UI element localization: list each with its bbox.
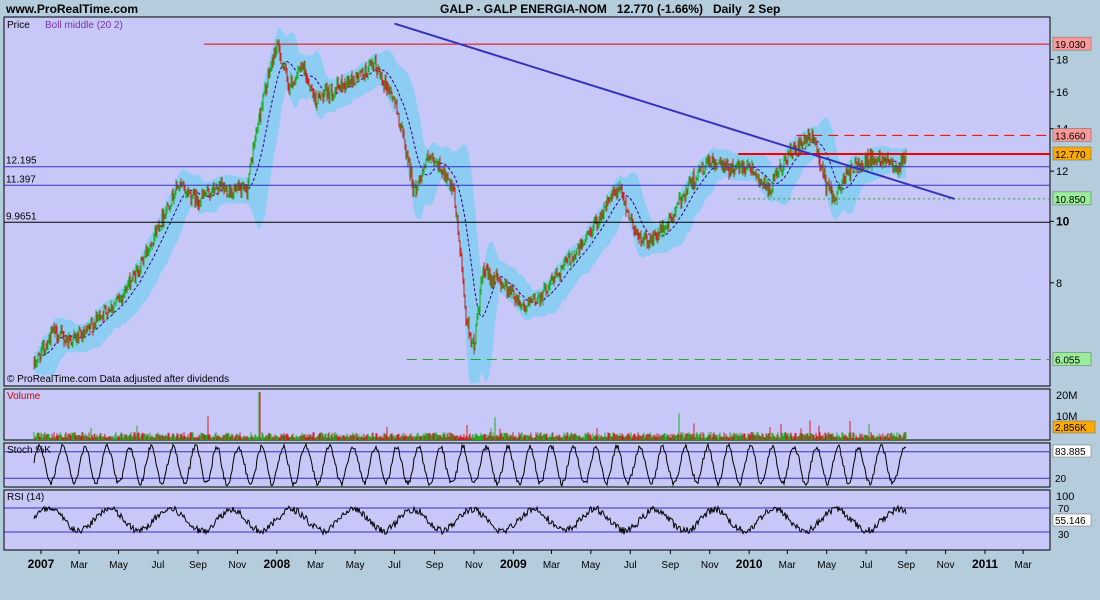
time-tick-label: May xyxy=(346,560,365,571)
rsi-tick-100: 100 xyxy=(1056,491,1074,503)
time-tick-label: Mar xyxy=(543,560,561,571)
rsi-label: RSI (14) xyxy=(7,492,44,503)
time-tick-label: 2008 xyxy=(263,557,290,571)
rsi-value: 55.146 xyxy=(1055,516,1086,527)
price-tick-label: 8 xyxy=(1056,278,1062,290)
price-badge-text: 13.660 xyxy=(1055,131,1086,142)
price-tick-label: 18 xyxy=(1056,54,1068,66)
level-label-11.397: 11.397 xyxy=(6,174,36,185)
price-badge-text: 10.850 xyxy=(1055,195,1086,206)
stochastic-label: Stoch %K xyxy=(7,445,51,456)
time-tick-label: Jul xyxy=(152,560,165,571)
time-tick-label: Sep xyxy=(897,560,915,571)
time-tick-label: Mar xyxy=(307,560,325,571)
price-badge-text: 19.030 xyxy=(1055,40,1086,51)
time-tick-label: Mar xyxy=(779,560,797,571)
volume-value: 2,856K xyxy=(1055,423,1087,434)
price-label: Price xyxy=(7,20,30,31)
time-tick-label: Mar xyxy=(71,560,89,571)
time-tick-label: Sep xyxy=(189,560,207,571)
time-tick-label: May xyxy=(581,560,600,571)
time-tick-label: Jul xyxy=(624,560,637,571)
time-tick-label: Jul xyxy=(860,560,873,571)
time-tick-label: Sep xyxy=(661,560,679,571)
time-tick-label: 2011 xyxy=(972,557,998,571)
data-source-note: © ProRealTime.com Data adjusted after di… xyxy=(7,374,229,385)
bollinger-label: Boll middle (20 2) xyxy=(45,20,123,31)
stochastic-value: 83.885 xyxy=(1055,447,1086,458)
time-tick-label: 2010 xyxy=(736,557,763,571)
price-tick-label: 12 xyxy=(1056,166,1068,178)
level-label-12.195: 12.195 xyxy=(6,156,37,167)
volume-tick-20m: 20M xyxy=(1056,390,1077,402)
rsi-panel xyxy=(3,489,1051,551)
price-badge-text: 6.055 xyxy=(1055,356,1080,367)
time-tick-label: Nov xyxy=(229,560,247,571)
stochastic-panel xyxy=(3,442,1051,488)
stochastic-tick-20: 20 xyxy=(1055,474,1067,485)
time-tick-label: Jul xyxy=(388,560,401,571)
time-tick-label: May xyxy=(109,560,128,571)
volume-label: Volume xyxy=(7,391,41,402)
time-tick-label: 2009 xyxy=(500,557,527,571)
price-tick-label: 16 xyxy=(1056,87,1068,99)
price-panel xyxy=(3,16,1051,387)
trading-chart[interactable]: 12.19511.3979.96518101214161819.03013.66… xyxy=(0,0,1100,600)
time-tick-label: Nov xyxy=(701,560,719,571)
price-badge-text: 12.770 xyxy=(1055,150,1086,161)
time-tick-label: Nov xyxy=(465,560,483,571)
time-tick-label: Sep xyxy=(426,560,444,571)
time-tick-label: Nov xyxy=(937,560,955,571)
volume-panel xyxy=(3,388,1051,441)
rsi-tick-70: 70 xyxy=(1058,504,1070,515)
price-tick-label: 10 xyxy=(1056,214,1070,228)
level-label-9.9651: 9.9651 xyxy=(6,211,37,222)
time-tick-label: 2007 xyxy=(28,557,55,571)
time-tick-label: May xyxy=(817,560,836,571)
rsi-tick-30: 30 xyxy=(1058,530,1070,541)
time-tick-label: Mar xyxy=(1015,560,1033,571)
